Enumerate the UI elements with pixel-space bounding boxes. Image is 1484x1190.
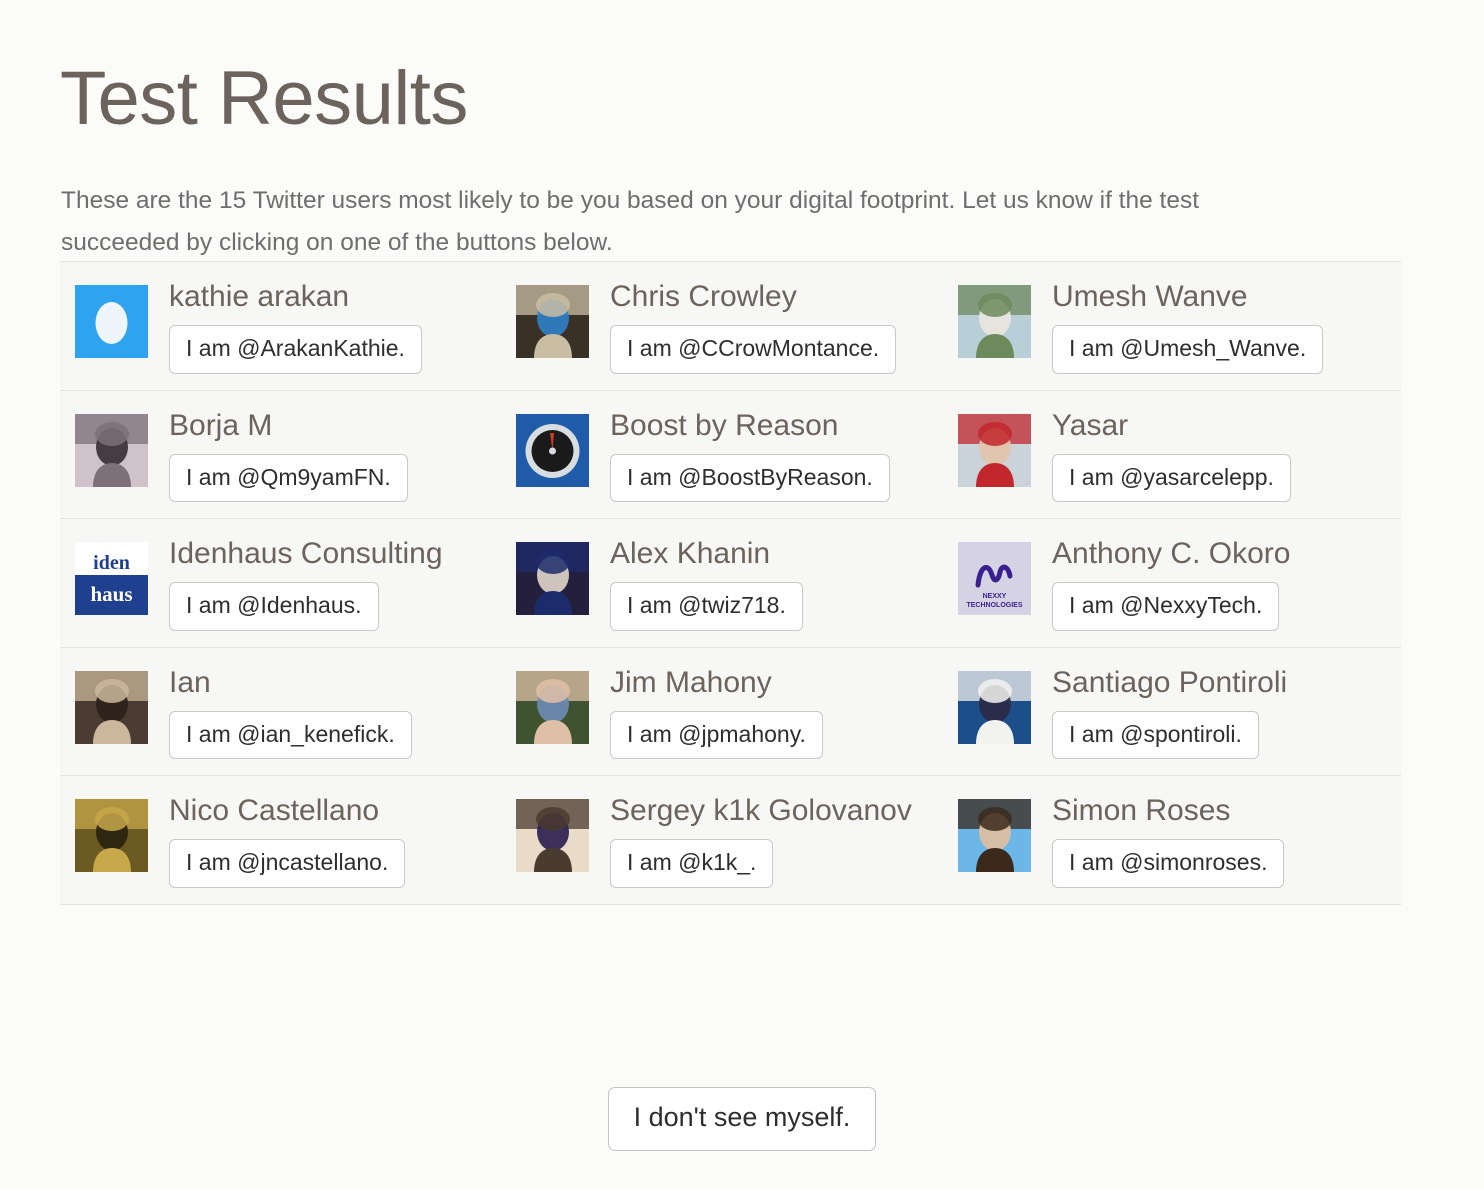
- user-display-name: Jim Mahony: [610, 665, 772, 699]
- nexxy-technologies-logo-icon: NEXXY TECHNOLOGIES: [958, 542, 1031, 616]
- claim-identity-button[interactable]: I am @k1k_.: [610, 839, 774, 888]
- photo-avatar-man-sepia-icon: [75, 670, 148, 744]
- user-info: Umesh Wanve I am @Umesh_Wanve.: [1052, 276, 1401, 374]
- user-display-name: Idenhaus Consulting: [169, 537, 443, 571]
- photo-avatar-man-white-shirt-stage-icon: [958, 670, 1031, 744]
- page-title: Test Results: [60, 55, 468, 141]
- user-info: Santiago Pontiroli I am @spontiroli.: [1052, 662, 1401, 760]
- result-row: Nico Castellano I am @jncastellano. Sergey…: [60, 775, 1401, 905]
- result-row: Borja M I am @Qm9yamFN. Boost by Reason I a…: [60, 389, 1401, 519]
- user-result-card: Santiago Pontiroli I am @spontiroli.: [957, 662, 1401, 760]
- user-display-name: Alex Khanin: [610, 537, 771, 571]
- user-result-card: Simon Roses I am @simonroses.: [957, 790, 1401, 888]
- photo-avatar-man-brown-suit-icon: [75, 799, 148, 873]
- user-display-name: Ian: [169, 665, 211, 699]
- user-result-card: Alex Khanin I am @twiz718.: [512, 533, 957, 631]
- user-info: Yasar I am @yasarcelepp.: [1052, 405, 1401, 503]
- claim-identity-button[interactable]: I am @BoostByReason.: [610, 453, 890, 503]
- result-row: iden haus Idenhaus Consulting I am @Idenhau…: [60, 518, 1401, 647]
- intro-paragraph: These are the 15 Twitter users most like…: [61, 186, 1200, 256]
- user-info: Jim Mahony I am @jpmahony.: [610, 662, 957, 760]
- user-result-card: iden haus Idenhaus Consulting I am @Idenhau…: [60, 533, 512, 631]
- user-info: Nico Castellano I am @jncastellano.: [169, 790, 512, 888]
- user-result-card: Jim Mahony I am @jpmahony.: [512, 662, 957, 760]
- svg-text:NEXXY: NEXXY: [983, 593, 1007, 600]
- claim-identity-button[interactable]: I am @ArakanKathie.: [169, 325, 422, 374]
- footer: I don't see myself.: [0, 1087, 1484, 1151]
- user-result-card: kathie arakan I am @ArakanKathie.: [60, 276, 512, 374]
- claim-identity-button[interactable]: I am @Qm9yamFN.: [169, 453, 408, 503]
- user-info: Alex Khanin I am @twiz718.: [610, 533, 957, 631]
- user-info: Borja M I am @Qm9yamFN.: [169, 405, 512, 503]
- claim-identity-button[interactable]: I am @jncastellano.: [169, 839, 406, 888]
- user-display-name: Yasar: [1052, 408, 1129, 442]
- claim-identity-button[interactable]: I am @yasarcelepp.: [1052, 453, 1291, 503]
- claim-identity-button[interactable]: I am @Idenhaus.: [169, 582, 379, 631]
- photo-avatar-man-long-hair-icon: [516, 799, 589, 873]
- claim-identity-button[interactable]: I am @Umesh_Wanve.: [1052, 325, 1324, 374]
- user-info: kathie arakan I am @ArakanKathie.: [169, 276, 512, 374]
- user-result-card: Sergey k1k Golovanov I am @k1k_.: [512, 790, 957, 888]
- user-result-card: Boost by Reason I am @BoostByReason.: [512, 405, 957, 503]
- photo-avatar-man-sunglasses-icon: [516, 670, 589, 744]
- user-info: Idenhaus Consulting I am @Idenhaus.: [169, 533, 512, 631]
- user-info: Boost by Reason I am @BoostByReason.: [610, 405, 957, 503]
- user-display-name: Simon Roses: [1052, 794, 1231, 828]
- photo-avatar-man-at-pool-icon: [958, 285, 1031, 358]
- user-display-name: Anthony C. Okoro: [1052, 537, 1291, 571]
- user-result-card: Borja M I am @Qm9yamFN.: [60, 405, 512, 503]
- claim-identity-button[interactable]: I am @ian_kenefick.: [169, 710, 412, 760]
- user-info: Sergey k1k Golovanov I am @k1k_.: [610, 790, 957, 888]
- claim-identity-button[interactable]: I am @spontiroli.: [1052, 710, 1259, 760]
- claim-identity-button[interactable]: I am @twiz718.: [610, 582, 803, 631]
- photo-avatar-man-sunglasses-sky-icon: [958, 799, 1031, 873]
- user-display-name: Borja M: [169, 408, 273, 442]
- user-info: Anthony C. Okoro I am @NexxyTech.: [1052, 533, 1401, 631]
- test-results-page: Test Results These are the 15 Twitter us…: [0, 0, 1484, 1190]
- speedometer-gauge-avatar-icon: [516, 413, 589, 487]
- user-result-card: NEXXY TECHNOLOGIES Anthony C. Okoro I am @N…: [957, 533, 1401, 631]
- no-match-button[interactable]: I don't see myself.: [607, 1087, 877, 1151]
- claim-identity-button[interactable]: I am @NexxyTech.: [1052, 582, 1280, 631]
- user-result-card: Nico Castellano I am @jncastellano.: [60, 790, 512, 888]
- result-row: kathie arakan I am @ArakanKathie. Chris Cr…: [60, 261, 1401, 390]
- user-display-name: Chris Crowley: [610, 280, 797, 313]
- user-info: Chris Crowley I am @CCrowMontance.: [610, 276, 957, 374]
- user-result-card: Umesh Wanve I am @Umesh_Wanve.: [957, 276, 1401, 374]
- twitter-egg-avatar-icon: [75, 285, 148, 358]
- user-result-card: Chris Crowley I am @CCrowMontance.: [512, 276, 957, 374]
- user-display-name: Boost by Reason: [610, 408, 839, 442]
- user-result-card: Ian I am @ian_kenefick.: [60, 662, 512, 760]
- claim-identity-button[interactable]: I am @simonroses.: [1052, 839, 1285, 888]
- photo-avatar-man-red-jacket-icon: [958, 413, 1031, 487]
- user-display-name: Nico Castellano: [169, 794, 380, 828]
- svg-text:iden: iden: [93, 552, 130, 574]
- user-display-name: Sergey k1k Golovanov: [610, 794, 912, 828]
- user-display-name: kathie arakan: [169, 280, 350, 313]
- user-info: Ian I am @ian_kenefick.: [169, 662, 512, 760]
- user-info: Simon Roses I am @simonroses.: [1052, 790, 1401, 888]
- photo-avatar-man-indoors-icon: [516, 542, 589, 616]
- idenhaus-logo-icon: iden haus: [75, 542, 148, 616]
- claim-identity-button[interactable]: I am @CCrowMontance.: [610, 325, 897, 374]
- svg-text:TECHNOLOGIES: TECHNOLOGIES: [966, 602, 1022, 609]
- photo-avatar-man-blue-shirt-icon: [516, 285, 589, 358]
- user-display-name: Santiago Pontiroli: [1052, 665, 1288, 699]
- svg-text:haus: haus: [90, 582, 132, 606]
- result-row: Ian I am @ian_kenefick. Jim Mahony I am @jp…: [60, 646, 1401, 776]
- claim-identity-button[interactable]: I am @jpmahony.: [610, 710, 823, 760]
- user-display-name: Umesh Wanve: [1052, 280, 1248, 313]
- user-result-card: Yasar I am @yasarcelepp.: [957, 405, 1401, 503]
- results-grid: kathie arakan I am @ArakanKathie. Chris Cr…: [60, 261, 1401, 905]
- photo-avatar-desk-scene-icon: [75, 413, 148, 487]
